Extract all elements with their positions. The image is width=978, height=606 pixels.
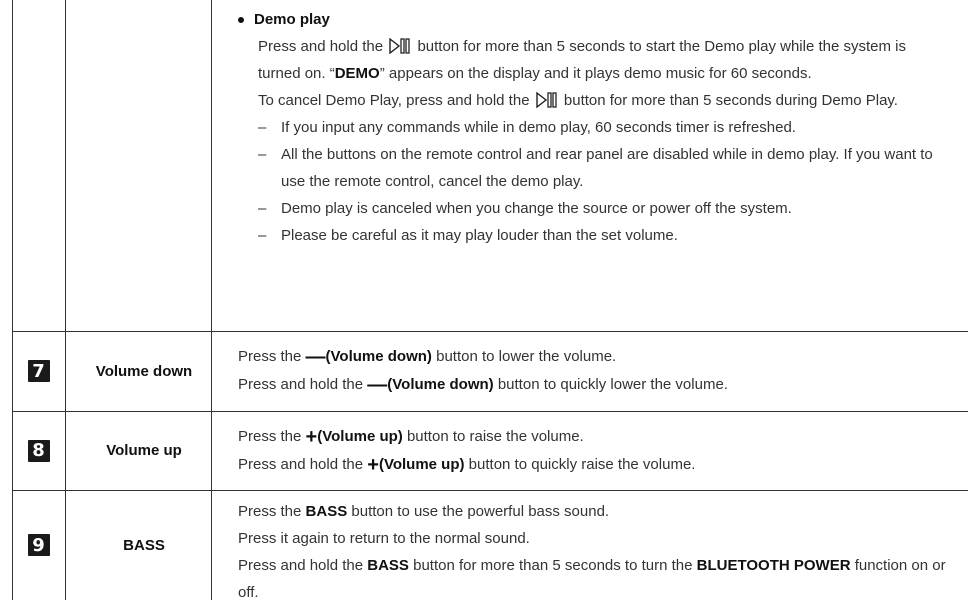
- demo-notes-list: – If you input any commands while in demo…: [238, 114, 948, 249]
- row-number-cell: 8: [12, 411, 65, 490]
- text: Press the: [238, 503, 302, 520]
- row-number-badge: 7: [27, 360, 50, 382]
- list-item: – Demo play is canceled when you change t…: [258, 195, 948, 222]
- table-row-volume-down: 7 Volume down Press the —(Volume down) b…: [12, 331, 968, 411]
- demo-play-paragraph-1: Press and hold the button for more than …: [258, 33, 948, 87]
- dash-marker: –: [258, 146, 267, 163]
- minus-icon: —: [367, 374, 388, 396]
- para2-end: button for more than 5 seconds during De…: [563, 92, 898, 109]
- text: Press the: [238, 348, 302, 365]
- bullet-dot-icon: [238, 16, 244, 23]
- text: Press the: [238, 428, 302, 445]
- demo-play-paragraph-2: To cancel Demo Play, press and hold the …: [258, 87, 948, 114]
- para2-start: To cancel Demo Play, press and hold the: [258, 92, 530, 109]
- list-item: – All the buttons on the remote control a…: [258, 141, 948, 195]
- dash-marker: –: [258, 227, 267, 244]
- text: button to lower the volume.: [436, 348, 617, 365]
- note-text: All the buttons on the remote control an…: [281, 146, 933, 190]
- button-name: BASS: [367, 557, 409, 574]
- para1-end: ” appears on the display and it plays de…: [379, 65, 812, 82]
- text: Press and hold the: [238, 557, 364, 574]
- desc-line-1: Press the +(Volume up) button to raise t…: [238, 423, 958, 451]
- row-number-cell: 9: [12, 490, 65, 600]
- button-name: (Volume down): [325, 348, 432, 365]
- para1-start: Press and hold the: [258, 38, 384, 55]
- plus-icon: +: [305, 426, 318, 448]
- demo-display-word: DEMO: [334, 65, 380, 82]
- list-item: – If you input any commands while in demo…: [258, 114, 948, 141]
- demo-play-section: Demo play Press and hold the button for …: [238, 6, 948, 249]
- text: Press and hold the: [238, 376, 364, 393]
- text: button to use the powerful bass sound.: [351, 503, 610, 520]
- text: Press and hold the: [238, 456, 364, 473]
- row-number-cell: 7: [12, 331, 65, 411]
- text: button to raise the volume.: [406, 428, 584, 445]
- list-item: – Please be careful as it may play louder…: [258, 222, 948, 249]
- row-name: Volume down: [95, 362, 193, 380]
- note-text: If you input any commands while in demo …: [281, 119, 796, 136]
- demo-play-heading: Demo play: [238, 6, 948, 33]
- row-number-badge: 8: [27, 439, 50, 462]
- text: button to quickly lower the volume.: [497, 376, 728, 393]
- button-name: (Volume up): [317, 428, 403, 445]
- button-name: BASS: [305, 503, 348, 520]
- row-description: Press the +(Volume up) button to raise t…: [238, 423, 958, 479]
- plus-icon: +: [367, 454, 379, 476]
- dash-marker: –: [258, 200, 267, 217]
- desc-line-1: Press the BASS button to use the powerfu…: [238, 498, 958, 525]
- desc-line-1: Press the —(Volume down) button to lower…: [238, 343, 958, 371]
- desc-line-2: Press and hold the +(Volume up) button t…: [238, 451, 958, 479]
- text: button to quickly raise the volume.: [468, 456, 696, 473]
- table-row-volume-up: 8 Volume up Press the +(Volume up) butto…: [12, 411, 968, 490]
- desc-line-2: Press it again to return to the normal s…: [238, 530, 530, 547]
- dash-marker: –: [258, 119, 267, 136]
- note-text: Demo play is canceled when you change th…: [281, 200, 792, 217]
- button-name: (Volume down): [387, 376, 494, 393]
- button-name: (Volume up): [378, 456, 465, 473]
- desc-line-2: Press and hold the —(Volume down) button…: [238, 371, 958, 399]
- row-description: Press the BASS button to use the powerfu…: [238, 498, 958, 606]
- row-description: Press the —(Volume down) button to lower…: [238, 343, 958, 399]
- note-text: Please be careful as it may play louder …: [281, 227, 678, 244]
- table-row-bass: 9 BASS Press the BASS button to use the …: [12, 490, 968, 601]
- demo-play-title: Demo play: [254, 11, 330, 28]
- minus-icon: —: [305, 346, 326, 368]
- row-name: BASS: [123, 536, 165, 554]
- text: button for more than 5 seconds to turn t…: [413, 557, 693, 574]
- play-pause-icon: [536, 92, 557, 108]
- function-name: BLUETOOTH POWER: [696, 557, 851, 574]
- desc-line-3: Press and hold the BASS button for more …: [238, 552, 958, 606]
- row-name: Volume up: [106, 442, 182, 459]
- play-pause-icon: [389, 38, 410, 54]
- row-number-badge: 9: [27, 534, 50, 556]
